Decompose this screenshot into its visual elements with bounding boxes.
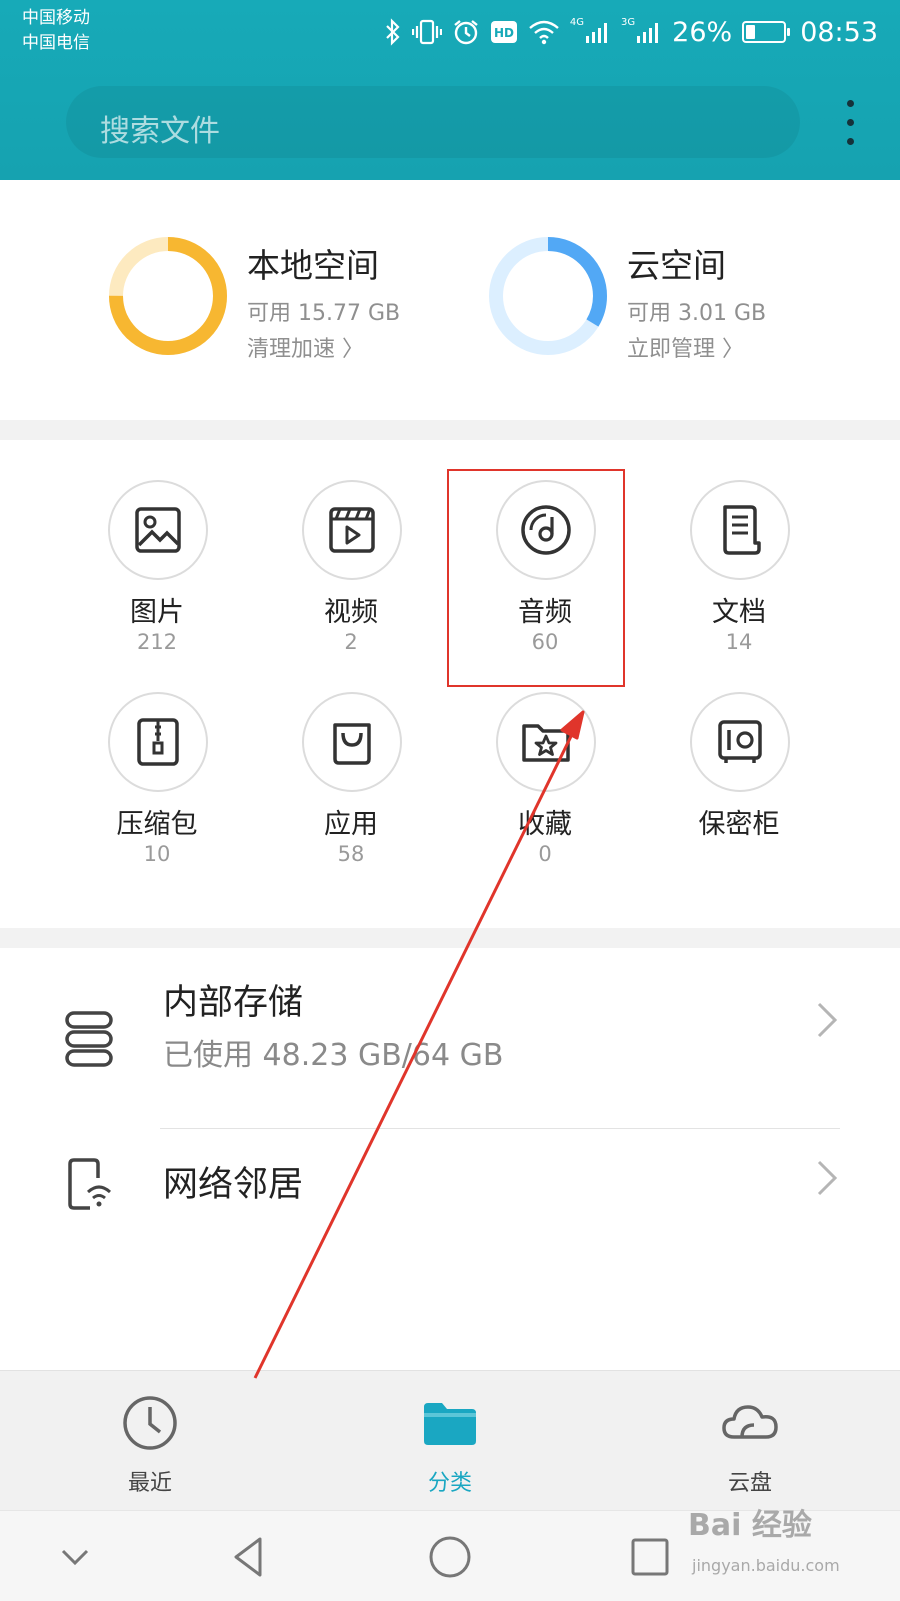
- safe-icon: [690, 692, 790, 792]
- vibrate-icon: [411, 18, 442, 46]
- more-options-icon[interactable]: [835, 92, 865, 152]
- chevron-right-icon: [817, 1002, 838, 1038]
- category-count: 10: [143, 842, 171, 866]
- category-archives[interactable]: 压缩包 10: [62, 692, 252, 902]
- category-documents[interactable]: 文档 14: [644, 480, 834, 690]
- phone-wifi-icon: [68, 1158, 112, 1210]
- category-count: 212: [136, 630, 178, 654]
- category-images[interactable]: 图片 212: [62, 480, 252, 690]
- category-label: 视频: [324, 597, 378, 628]
- tab-label: 最近: [127, 1471, 172, 1496]
- tab-label: 分类: [427, 1471, 472, 1496]
- network-type-2: 3G: [621, 16, 636, 28]
- bottom-tab-bar: 最近 分类 云盘: [0, 1370, 900, 1511]
- clock-time: 08:53: [800, 16, 878, 48]
- category-safe[interactable]: 保密柜: [644, 692, 834, 902]
- bluetooth-icon: [384, 18, 402, 46]
- category-label: 文档: [712, 597, 766, 628]
- cloud-space-ring: [489, 237, 607, 355]
- internal-storage-title: 内部存储: [163, 983, 304, 1023]
- network-type-1: 4G: [569, 16, 585, 28]
- signal-icon: 4G: [569, 16, 611, 44]
- storage-stack-icon: [65, 1011, 113, 1067]
- svg-text:HD: HD: [494, 26, 514, 40]
- network-neighbors-item[interactable]: 网络邻居: [0, 1128, 900, 1288]
- cloud-space-free: 可用 3.01 GB: [627, 301, 767, 326]
- status-bar: 中国移动 中国电信 HD 4G 3G 26% 08:53: [0, 0, 900, 62]
- wifi-icon: [528, 19, 560, 45]
- local-space-ring: [109, 237, 227, 355]
- carrier-2: 中国电信: [22, 33, 90, 53]
- watermark-main: Bai 经验: [688, 1508, 812, 1543]
- list-divider: [160, 1128, 840, 1129]
- home-icon[interactable]: [422, 1529, 478, 1585]
- status-icons: HD 4G 3G 26% 08:53: [384, 12, 878, 52]
- app-header: 中国移动 中国电信 HD 4G 3G 26% 08:53 搜索文件: [0, 0, 900, 180]
- category-count: 0: [538, 842, 552, 866]
- cloud-space-card[interactable]: 云空间 可用 3.01 GB 立即管理 〉: [487, 235, 807, 365]
- local-space-free: 可用 15.77 GB: [247, 301, 401, 326]
- zip-icon: [108, 692, 208, 792]
- search-bar[interactable]: 搜索文件: [66, 86, 800, 158]
- baidu-jingyan-watermark: Bai 经验 jingyan.baidu.com: [688, 1500, 888, 1592]
- carrier-info: 中国移动 中国电信: [22, 6, 90, 56]
- back-icon[interactable]: [222, 1529, 278, 1585]
- category-label: 应用: [324, 809, 378, 840]
- carrier-1: 中国移动: [22, 8, 90, 28]
- tab-category[interactable]: 分类: [370, 1371, 530, 1511]
- battery-percent: 26%: [672, 16, 733, 48]
- search-placeholder: 搜索文件: [100, 114, 220, 149]
- category-apps[interactable]: 应用 58: [256, 692, 446, 902]
- category-count: 14: [725, 630, 753, 654]
- local-space-title: 本地空间: [247, 246, 379, 285]
- tab-cloud-drive[interactable]: 云盘: [670, 1371, 830, 1511]
- category-videos[interactable]: 视频 2: [256, 480, 446, 690]
- shopping-bag-icon: [302, 692, 402, 792]
- watermark-sub: jingyan.baidu.com: [692, 1556, 840, 1575]
- cloud-icon: [722, 1405, 778, 1439]
- folder-icon: [424, 1403, 476, 1445]
- category-label: 图片: [130, 597, 184, 628]
- internal-storage-usage: 已使用 48.23 GB/64 GB: [163, 1038, 504, 1073]
- clean-speedup-link[interactable]: 清理加速 〉: [247, 331, 364, 363]
- category-count: 58: [337, 842, 365, 866]
- signal-icon: 3G: [621, 16, 662, 44]
- category-label: 收藏: [518, 809, 572, 840]
- video-icon: [302, 480, 402, 580]
- storage-summary: 本地空间 可用 15.77 GB 清理加速 〉 云空间 可用 3.01 GB 立…: [0, 180, 900, 420]
- category-favorites[interactable]: 收藏 0: [450, 692, 640, 902]
- clock-icon: [123, 1396, 177, 1450]
- internal-storage-item[interactable]: 内部存储 已使用 48.23 GB/64 GB: [0, 948, 900, 1128]
- manage-now-link[interactable]: 立即管理 〉: [627, 331, 744, 363]
- network-neighbors-title: 网络邻居: [163, 1165, 304, 1205]
- category-label: 保密柜: [698, 809, 780, 840]
- recents-icon[interactable]: [622, 1529, 678, 1585]
- alarm-icon: [452, 18, 480, 46]
- annotation-highlight-box: [447, 469, 625, 687]
- star-folder-icon: [496, 692, 596, 792]
- chevron-down-icon[interactable]: [47, 1529, 103, 1585]
- tab-recent[interactable]: 最近: [70, 1371, 230, 1511]
- local-space-card[interactable]: 本地空间 可用 15.77 GB 清理加速 〉: [107, 235, 427, 365]
- battery-icon: [742, 21, 791, 43]
- category-count: 2: [344, 630, 358, 654]
- category-label: 压缩包: [116, 809, 198, 840]
- chevron-right-icon: [817, 1160, 838, 1196]
- cloud-space-title: 云空间: [627, 246, 726, 285]
- tab-label: 云盘: [727, 1471, 772, 1496]
- image-icon: [108, 480, 208, 580]
- storage-list: 内部存储 已使用 48.23 GB/64 GB 网络邻居: [0, 948, 900, 1370]
- hd-icon: HD: [490, 20, 518, 44]
- document-icon: [690, 480, 790, 580]
